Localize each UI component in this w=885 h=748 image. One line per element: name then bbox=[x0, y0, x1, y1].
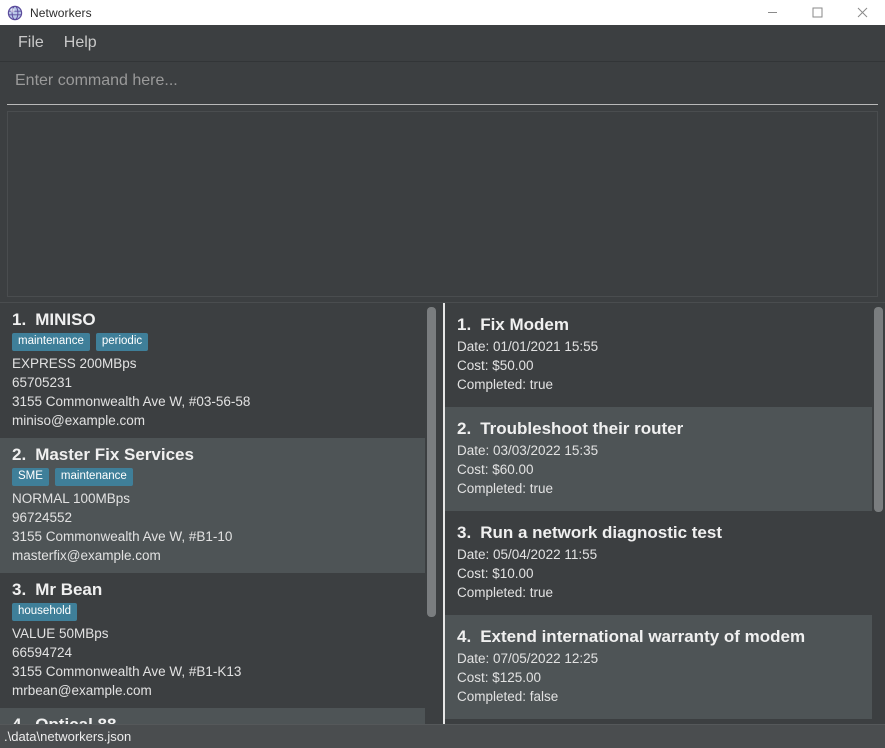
window-controls bbox=[750, 0, 885, 25]
service-index: 2. bbox=[457, 419, 472, 438]
client-index: 1. bbox=[12, 310, 27, 329]
minimize-button[interactable] bbox=[750, 0, 795, 25]
client-plan: EXPRESS 200MBps bbox=[12, 356, 137, 371]
status-bar: .\data\networkers.json bbox=[0, 724, 885, 748]
right-panel-scrollbar[interactable] bbox=[872, 303, 885, 724]
tag: household bbox=[12, 603, 78, 621]
service-completed: Completed: false bbox=[457, 689, 559, 704]
result-area bbox=[0, 107, 885, 302]
service-header: 1. Fix Modem bbox=[457, 315, 873, 335]
client-email: mrbean@example.com bbox=[12, 683, 152, 698]
client-header: 1. MINISO bbox=[12, 310, 426, 330]
client-phone: 66594724 bbox=[12, 645, 73, 660]
service-date: Date: 07/05/2022 12:25 bbox=[457, 651, 599, 666]
service-date: Date: 03/03/2022 15:35 bbox=[457, 443, 599, 458]
service-date: Date: 01/01/2021 15:55 bbox=[457, 339, 599, 354]
client-tags: maintenance periodic bbox=[12, 333, 426, 351]
list-item[interactable]: 4. Optical 88 new bbox=[0, 708, 438, 724]
client-phone: 96724552 bbox=[12, 510, 73, 525]
list-item[interactable]: 4. Extend international warranty of mode… bbox=[445, 615, 885, 719]
list-item[interactable]: 1. Fix Modem Date: 01/01/2021 15:55 Cost… bbox=[445, 303, 885, 407]
client-plan: NORMAL 100MBps bbox=[12, 491, 131, 506]
list-item[interactable]: 3. Mr Bean household VALUE 50MBps 665947… bbox=[0, 573, 438, 708]
client-address: 3155 Commonwealth Ave W, #B1-10 bbox=[12, 529, 233, 544]
list-item[interactable]: 2. Troubleshoot their router Date: 03/03… bbox=[445, 407, 885, 511]
service-cost: Cost: $125.00 bbox=[457, 670, 542, 685]
client-header: 4. Optical 88 bbox=[12, 715, 426, 724]
globe-network-icon bbox=[7, 5, 23, 20]
client-name: Mr Bean bbox=[35, 580, 103, 599]
client-plan: VALUE 50MBps bbox=[12, 626, 109, 641]
client-name: MINISO bbox=[35, 310, 96, 329]
client-index: 2. bbox=[12, 445, 27, 464]
client-tags: SME maintenance bbox=[12, 468, 426, 486]
command-bar bbox=[0, 62, 885, 107]
client-index: 4. bbox=[12, 715, 26, 724]
service-header: 3. Run a network diagnostic test bbox=[457, 523, 873, 543]
service-list: 1. Fix Modem Date: 01/01/2021 15:55 Cost… bbox=[445, 303, 885, 724]
service-cost: Cost: $10.00 bbox=[457, 566, 534, 581]
client-header: 3. Mr Bean bbox=[12, 580, 426, 600]
service-date: Date: 05/04/2022 11:55 bbox=[457, 547, 598, 562]
client-address: 3155 Commonwealth Ave W, #B1-K13 bbox=[12, 664, 242, 679]
service-cost: Cost: $50.00 bbox=[457, 358, 534, 373]
service-cost: Cost: $60.00 bbox=[457, 462, 534, 477]
service-header: 2. Troubleshoot their router bbox=[457, 419, 873, 439]
maximize-button[interactable] bbox=[795, 0, 840, 25]
application-window: Networkers File Help Enter command here.… bbox=[0, 0, 885, 748]
service-index: 3. bbox=[457, 523, 472, 542]
menu-help[interactable]: Help bbox=[54, 30, 107, 56]
command-input[interactable] bbox=[7, 64, 878, 105]
close-button[interactable] bbox=[840, 0, 885, 25]
client-email: miniso@example.com bbox=[12, 413, 145, 428]
panels-container: 1. MINISO maintenance periodic EXPRESS 2… bbox=[0, 302, 885, 724]
service-completed: Completed: true bbox=[457, 481, 554, 496]
client-name: Master Fix Services bbox=[35, 445, 194, 464]
service-index: 1. bbox=[457, 315, 472, 334]
client-index: 3. bbox=[12, 580, 27, 599]
service-title: Run a network diagnostic test bbox=[480, 523, 722, 542]
service-completed: Completed: true bbox=[457, 585, 554, 600]
client-address: 3155 Commonwealth Ave W, #03-56-58 bbox=[12, 394, 251, 409]
client-header: 2. Master Fix Services bbox=[12, 445, 426, 465]
client-list: 1. MINISO maintenance periodic EXPRESS 2… bbox=[0, 303, 438, 724]
menu-bar: File Help bbox=[0, 25, 885, 62]
result-display bbox=[7, 111, 878, 297]
window-title: Networkers bbox=[30, 5, 92, 20]
title-bar: Networkers bbox=[0, 0, 885, 25]
service-title: Fix Modem bbox=[480, 315, 569, 334]
tag: SME bbox=[12, 468, 49, 486]
scrollbar-thumb[interactable] bbox=[427, 307, 436, 617]
client-tags: household bbox=[12, 603, 426, 621]
client-phone: 65705231 bbox=[12, 375, 73, 390]
status-file-path: .\data\networkers.json bbox=[4, 729, 132, 744]
service-completed: Completed: true bbox=[457, 377, 554, 392]
client-email: masterfix@example.com bbox=[12, 548, 161, 563]
tag: maintenance bbox=[54, 468, 133, 486]
menu-file[interactable]: File bbox=[8, 30, 54, 56]
scrollbar-thumb[interactable] bbox=[874, 307, 883, 512]
client-name: Optical 88 bbox=[35, 715, 116, 724]
service-title: Extend international warranty of modem bbox=[480, 627, 806, 646]
tag: periodic bbox=[95, 333, 149, 351]
tag: maintenance bbox=[12, 333, 90, 351]
client-list-panel: 1. MINISO maintenance periodic EXPRESS 2… bbox=[0, 303, 438, 724]
list-item[interactable]: 2. Master Fix Services SME maintenance N… bbox=[0, 438, 438, 573]
list-item[interactable]: 1. MINISO maintenance periodic EXPRESS 2… bbox=[0, 303, 438, 438]
service-list-panel: 1. Fix Modem Date: 01/01/2021 15:55 Cost… bbox=[443, 303, 885, 724]
left-panel-scrollbar[interactable] bbox=[425, 303, 438, 724]
service-index: 4. bbox=[457, 627, 472, 646]
list-item[interactable]: 3. Run a network diagnostic test Date: 0… bbox=[445, 511, 885, 615]
service-title: Troubleshoot their router bbox=[480, 419, 684, 438]
service-header: 4. Extend international warranty of mode… bbox=[457, 627, 873, 647]
